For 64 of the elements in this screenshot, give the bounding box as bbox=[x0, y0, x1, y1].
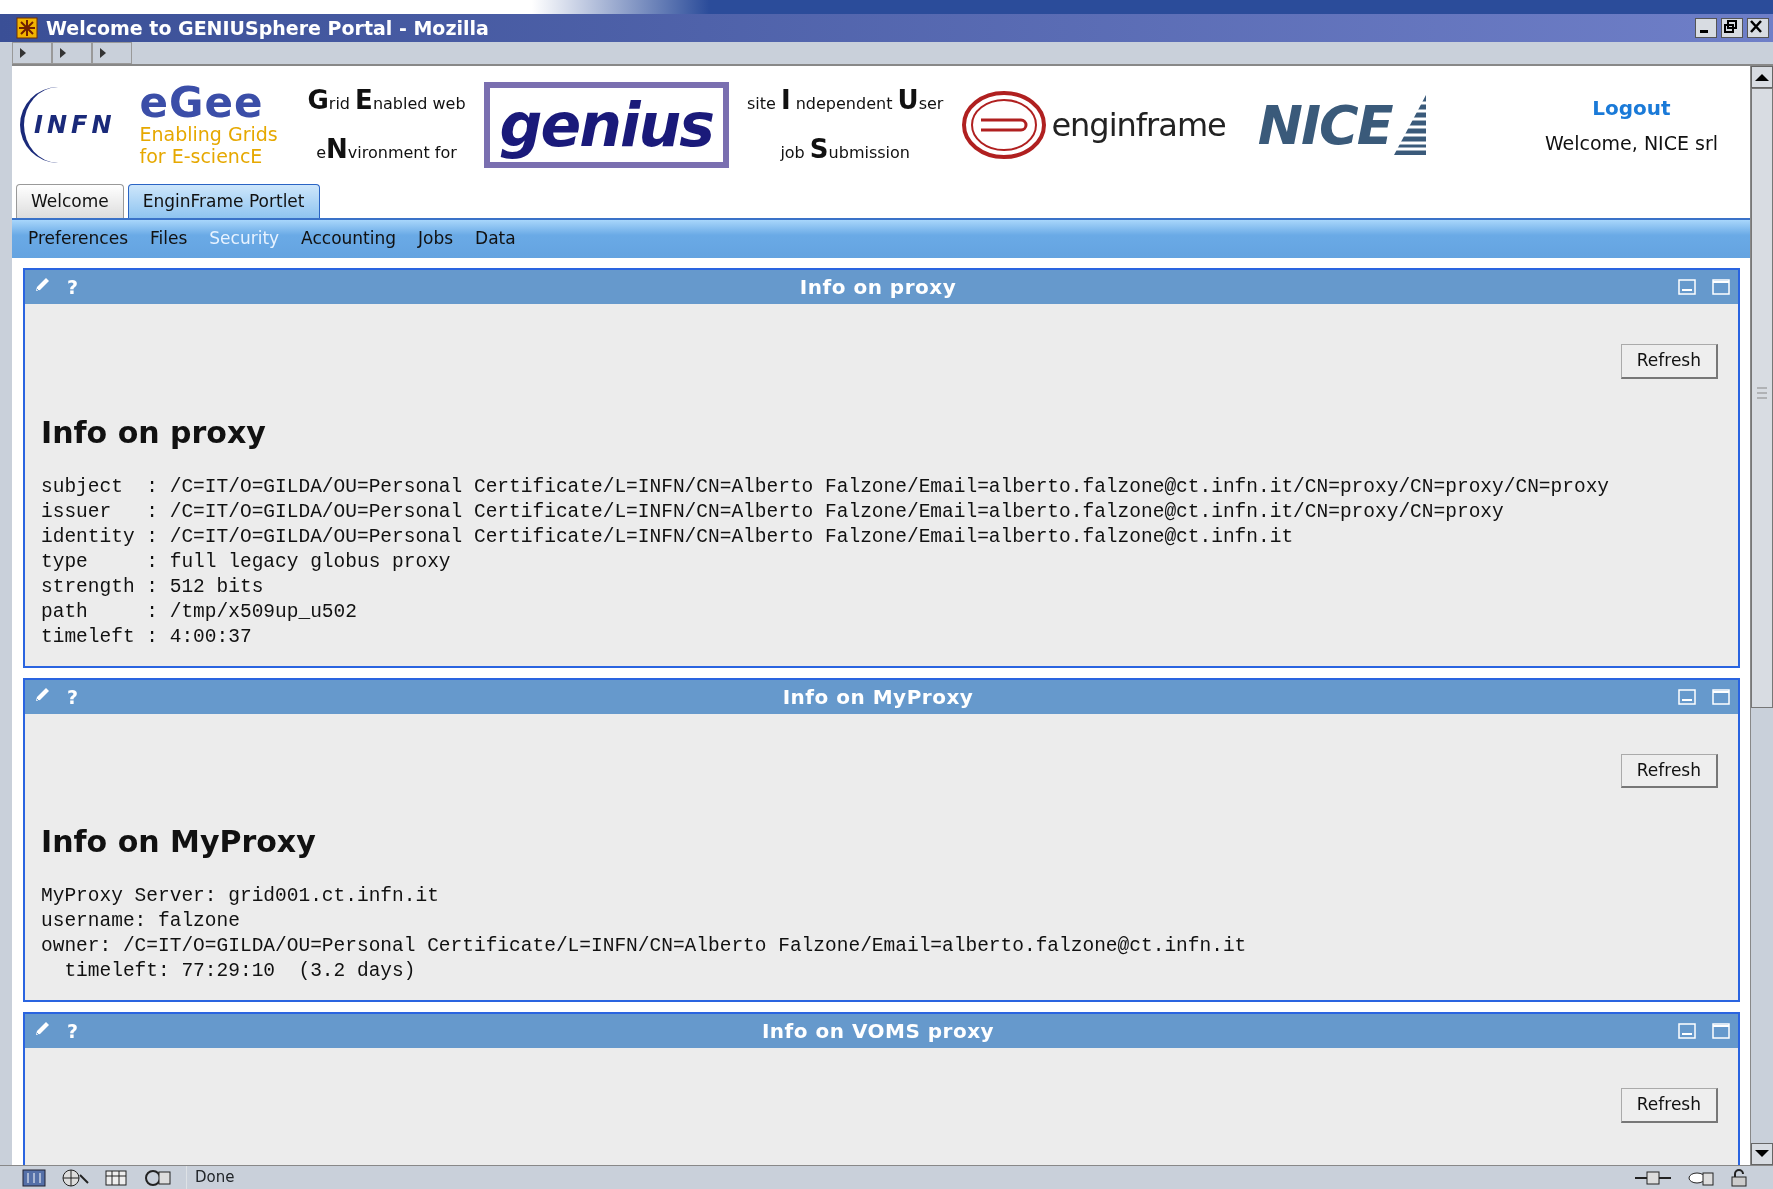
pencil-icon[interactable] bbox=[33, 1020, 51, 1038]
refresh-button[interactable]: Refresh bbox=[1620, 344, 1718, 379]
portlet-title: Info on MyProxy bbox=[781, 683, 975, 711]
menu-item[interactable]: Preferences bbox=[28, 226, 128, 252]
calendar-icon[interactable] bbox=[104, 1168, 130, 1187]
enginframe-logo: enginframe bbox=[1051, 105, 1226, 145]
toolbar-grip-icon[interactable] bbox=[12, 42, 52, 64]
toolbar-grip-icon[interactable] bbox=[92, 42, 132, 64]
info-line: timeleft: 77:29:10 (3.2 days) bbox=[63, 959, 417, 984]
info-line: owner: /C=IT/O=GILDA/OU=Personal Certificate/L=INFN/CN=Alberto Falzone/Email=alberto.falzone@ct.infn.it bbox=[41, 934, 1248, 959]
info-line: timeleft : 4:00:37 bbox=[41, 624, 253, 650]
portal-tab[interactable]: EnginFrame Portlet bbox=[127, 183, 320, 218]
portal-tab[interactable]: Welcome bbox=[16, 183, 124, 218]
enginframe-emblem-icon bbox=[961, 90, 1048, 160]
minimize-icon[interactable] bbox=[1678, 688, 1696, 705]
egee-tagline: Enabling Grids for E-sciencE bbox=[139, 123, 279, 167]
menu-item[interactable]: Jobs bbox=[418, 226, 454, 252]
refresh-button[interactable]: Refresh bbox=[1620, 1088, 1718, 1123]
app-icon bbox=[16, 17, 38, 39]
welcome-text: Welcome, NICE srl bbox=[1544, 130, 1718, 156]
pencil-icon[interactable] bbox=[33, 276, 51, 294]
refresh-button[interactable]: Refresh bbox=[1620, 753, 1718, 788]
toolbar-grip-icon[interactable] bbox=[52, 42, 92, 64]
minimize-button[interactable] bbox=[1695, 18, 1717, 38]
scroll-thumb[interactable] bbox=[1751, 88, 1773, 708]
close-button[interactable] bbox=[1747, 18, 1769, 38]
maximize-icon[interactable] bbox=[1712, 279, 1730, 295]
globe-icon[interactable] bbox=[60, 1168, 90, 1187]
status-text: Done bbox=[186, 1166, 1619, 1189]
info-line: MyProxy Server: grid001.ct.infn.it bbox=[41, 884, 440, 909]
window-title: Welcome to GENIUSphere Portal - Mozilla bbox=[46, 15, 490, 41]
pencil-icon[interactable] bbox=[33, 685, 51, 704]
section-heading: Info on MyProxy bbox=[41, 824, 317, 860]
connection-icon bbox=[1633, 1168, 1673, 1187]
acronym-text: eNvironment for bbox=[315, 133, 458, 166]
scroll-up-icon[interactable] bbox=[1751, 66, 1773, 88]
acronym-text: job Submission bbox=[779, 133, 911, 166]
info-line: issuer : /C=IT/O=GILDA/OU=Personal Certificate/L=INFN/CN=Alberto Falzone/Email=alberto.falzone@ct.infn.it/CN=proxy/CN=proxy bbox=[41, 499, 1505, 525]
maximize-icon[interactable] bbox=[1712, 1023, 1730, 1039]
menu-item[interactable]: Data bbox=[475, 226, 516, 252]
restore-button[interactable] bbox=[1721, 18, 1743, 38]
menu-item[interactable]: Accounting bbox=[301, 226, 397, 252]
info-line: username: falzone bbox=[41, 909, 241, 934]
portlet-title: Info on VOMS proxy bbox=[760, 1018, 996, 1045]
logout-link[interactable]: Logout bbox=[1592, 92, 1671, 123]
section-heading: Info on proxy bbox=[41, 414, 267, 451]
infn-logo: INFN bbox=[20, 87, 122, 163]
info-line: path : /tmp/x509up_u502 bbox=[41, 599, 358, 625]
info-line: subject : /C=IT/O=GILDA/OU=Personal Certificate/L=INFN/CN=Alberto Falzone/Email=alberto.falzone@ct.infn.it/CN=proxy/CN=proxy/CN=proxy bbox=[41, 474, 1611, 500]
minimize-icon[interactable] bbox=[1678, 279, 1696, 295]
stripes-icon bbox=[1391, 93, 1428, 157]
menu-item[interactable]: Files bbox=[150, 226, 188, 252]
egee-logo: eGee bbox=[139, 83, 264, 123]
nice-logo: NICE bbox=[1257, 92, 1392, 159]
acronym-text: site I ndependent User bbox=[746, 83, 944, 117]
acronym-text: Grid Enabled web bbox=[307, 83, 466, 117]
minimize-icon[interactable] bbox=[1678, 1023, 1696, 1039]
info-line: identity : /C=IT/O=GILDA/OU=Personal Certificate/L=INFN/CN=Alberto Falzone/Email=alberto.falzone@ct.infn.it bbox=[41, 524, 1295, 550]
scroll-down-icon[interactable] bbox=[1751, 1143, 1773, 1165]
maximize-icon[interactable] bbox=[1712, 688, 1730, 705]
info-line: strength : 512 bits bbox=[41, 574, 265, 600]
info-line: type : full legacy globus proxy bbox=[41, 549, 452, 575]
genius-logo: genius bbox=[483, 82, 729, 168]
portlet-title: Info on proxy bbox=[798, 274, 958, 301]
